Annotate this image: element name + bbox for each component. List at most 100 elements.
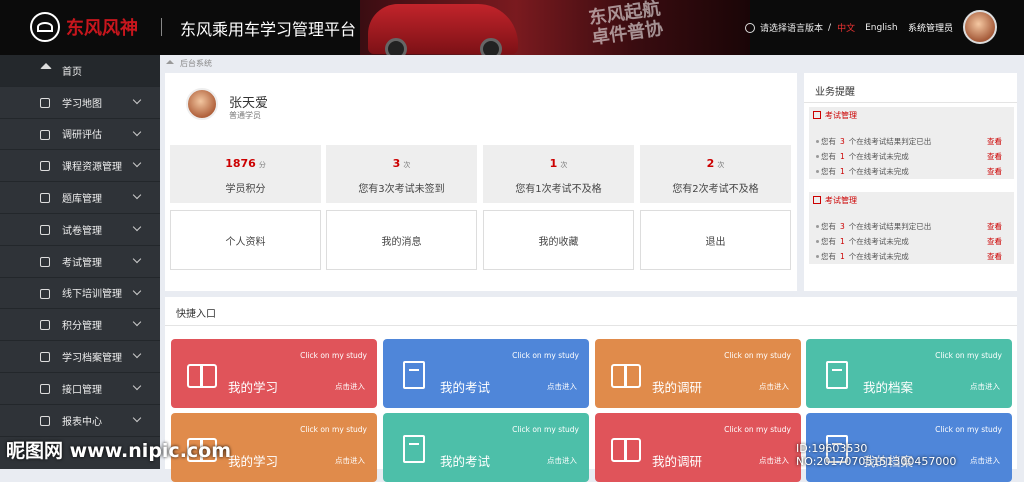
quick-card[interactable]: Click on my study 我的学习 点击进入 — [171, 339, 377, 408]
sidebar-item-7[interactable]: 线下培训管理 — [0, 278, 160, 310]
brand-name: 东风风神 — [66, 18, 138, 39]
alert-item-text: 个在线考试未完成 — [848, 152, 909, 161]
sidebar-item-4[interactable]: 题库管理 — [0, 182, 160, 214]
quick-card-enter[interactable]: 点击进入 — [759, 455, 789, 466]
quick-card[interactable]: Click on my study 我的调研 点击进入 — [595, 413, 801, 482]
banner-slogan: 东风起航 卓件普协 — [587, 0, 664, 49]
language-chinese[interactable]: 中文 — [837, 21, 855, 34]
breadcrumb-current[interactable]: 后台系统 — [180, 59, 212, 68]
sidebar-item-2[interactable]: 调研评估 — [0, 119, 160, 151]
profile-action-button[interactable]: 个人资料 — [170, 210, 321, 270]
chevron-down-icon — [132, 254, 142, 264]
chevron-down-icon — [132, 190, 142, 200]
quick-card-hint: Click on my study — [724, 425, 791, 434]
sidebar-item-label: 调研评估 — [62, 130, 102, 142]
interface-icon — [40, 383, 50, 394]
profile-avatar[interactable] — [186, 88, 218, 120]
profile-role: 普通学员 — [229, 111, 261, 120]
alert-item-text: 个在线考试结果判定已出 — [848, 222, 932, 231]
header-divider — [161, 18, 162, 36]
language-english[interactable]: English — [865, 23, 898, 33]
profile-panel: 张天爱 普通学员 1876 分学员积分 3 次您有3次考试未签到 1 次您有1次考试不及格… — [165, 73, 797, 291]
stat-label: 学员积分 — [225, 184, 266, 195]
quick-card-enter[interactable]: 点击进入 — [970, 455, 1000, 466]
alert-item: 您有 3 个在线考试结果判定已出 — [815, 221, 932, 232]
profile-action-button[interactable]: 退出 — [640, 210, 791, 270]
sidebar-item-3[interactable]: 课程资源管理 — [0, 150, 160, 183]
chevron-down-icon — [132, 222, 142, 232]
sidebar-item-0[interactable]: 首页 — [0, 55, 160, 87]
home-icon[interactable] — [166, 60, 174, 64]
quick-card[interactable]: Click on my study 我的学习 点击进入 — [171, 413, 377, 482]
sidebar: 首页 学习地图调研评估课程资源管理 题库管理试卷管理考试管理 线下培训管理 积分管理学习… — [0, 55, 160, 469]
quick-card-name: 我的学习 — [228, 380, 279, 395]
alert-view-link[interactable]: 查看 — [987, 236, 1002, 247]
stat-unit: 次 — [560, 161, 568, 169]
exam-icon — [813, 196, 821, 204]
stat-value-row: 2次 — [640, 157, 791, 170]
sidebar-item-label: 学习档案管理 — [62, 353, 122, 365]
stat-value: 2 — [706, 157, 715, 170]
alert-item-text: 个在线考试未完成 — [848, 252, 909, 261]
sidebar-item-10[interactable]: 接口管理 — [0, 373, 160, 405]
points-icon — [40, 320, 50, 331]
quick-card-enter[interactable]: 点击进入 — [335, 381, 365, 392]
stat-value-row: 1次 — [483, 157, 634, 170]
alert-view-link[interactable]: 查看 — [987, 136, 1002, 147]
alert-view-link[interactable]: 查看 — [987, 251, 1002, 262]
quick-card-name: 我的学习 — [228, 454, 279, 469]
sidebar-item-1[interactable]: 学习地图 — [0, 87, 160, 119]
sidebar-item-8[interactable]: 积分管理 — [0, 309, 160, 342]
sidebar-item-6[interactable]: 考试管理 — [0, 246, 160, 278]
language-separator: / — [828, 22, 832, 33]
sidebar-item-11[interactable]: 报表中心 — [0, 405, 160, 437]
language-prompt: 请选择语言版本 — [760, 24, 824, 34]
quick-card[interactable]: Click on my study 我的调研 点击进入 — [595, 339, 801, 408]
sidebar-item-label: 试卷管理 — [62, 225, 102, 237]
quick-card-hint: Click on my study — [935, 425, 1002, 434]
user-avatar[interactable] — [963, 10, 997, 44]
current-user-role[interactable]: 系统管理员 — [908, 21, 953, 34]
quick-card[interactable]: Click on my study 我的档案 点击进入 — [806, 413, 1012, 482]
quick-card-enter[interactable]: 点击进入 — [547, 381, 577, 392]
stat-label: 您有2次考试不及格 — [672, 184, 759, 195]
alert-item-prefix: 您有 — [821, 252, 836, 261]
alert-group-title: 考试管理 — [813, 110, 857, 121]
alert-view-link[interactable]: 查看 — [987, 151, 1002, 162]
profile-action-button[interactable]: 我的收藏 — [483, 210, 634, 270]
stat-label: 您有3次考试未签到 — [358, 184, 445, 195]
quick-card-hint: Click on my study — [300, 351, 367, 360]
quick-card-hint: Click on my study — [512, 425, 579, 434]
breadcrumb: 后台系统 — [160, 55, 1024, 73]
stat-value-row: 3次 — [326, 157, 477, 170]
alert-group: 考试管理 您有 3 个在线考试结果判定已出 查看 您有 1 个在线考试未完成 查看 您有 1 个在线考… — [809, 192, 1014, 264]
chevron-down-icon — [132, 127, 142, 136]
brand-logo[interactable]: 东风风神 — [30, 12, 138, 42]
alert-item-count: 3 — [840, 137, 845, 146]
quick-card[interactable]: Click on my study 我的考试 点击进入 — [383, 413, 589, 482]
quick-card-enter[interactable]: 点击进入 — [547, 455, 577, 466]
quick-card-enter[interactable]: 点击进入 — [335, 455, 365, 466]
exam-doc-icon — [403, 361, 425, 389]
archive-doc-icon — [826, 361, 848, 389]
sidebar-item-label: 报表中心 — [62, 416, 102, 428]
quick-card[interactable]: Click on my study 我的考试 点击进入 — [383, 339, 589, 408]
sidebar-item-5[interactable]: 试卷管理 — [0, 214, 160, 246]
map-icon — [40, 97, 50, 108]
alert-view-link[interactable]: 查看 — [987, 221, 1002, 232]
stat-label: 您有1次考试不及格 — [515, 184, 602, 195]
alert-group: 考试管理 您有 3 个在线考试结果判定已出 查看 您有 1 个在线考试未完成 查看 您有 1 个在线考… — [809, 107, 1014, 179]
quick-card-enter[interactable]: 点击进入 — [759, 381, 789, 392]
book-icon — [40, 161, 50, 172]
profile-action-button[interactable]: 我的消息 — [326, 210, 477, 270]
sidebar-item-9[interactable]: 学习档案管理 — [0, 341, 160, 373]
report-icon — [40, 415, 50, 426]
alert-item-text: 个在线考试未完成 — [848, 167, 909, 176]
quick-card-enter[interactable]: 点击进入 — [970, 381, 1000, 392]
brand-logo-icon — [30, 12, 60, 42]
exam-doc-icon — [403, 435, 425, 463]
alert-view-link[interactable]: 查看 — [987, 166, 1002, 177]
chevron-down-icon — [132, 349, 142, 359]
quick-card[interactable]: Click on my study 我的档案 点击进入 — [806, 339, 1012, 408]
alert-item-count: 1 — [840, 252, 845, 261]
